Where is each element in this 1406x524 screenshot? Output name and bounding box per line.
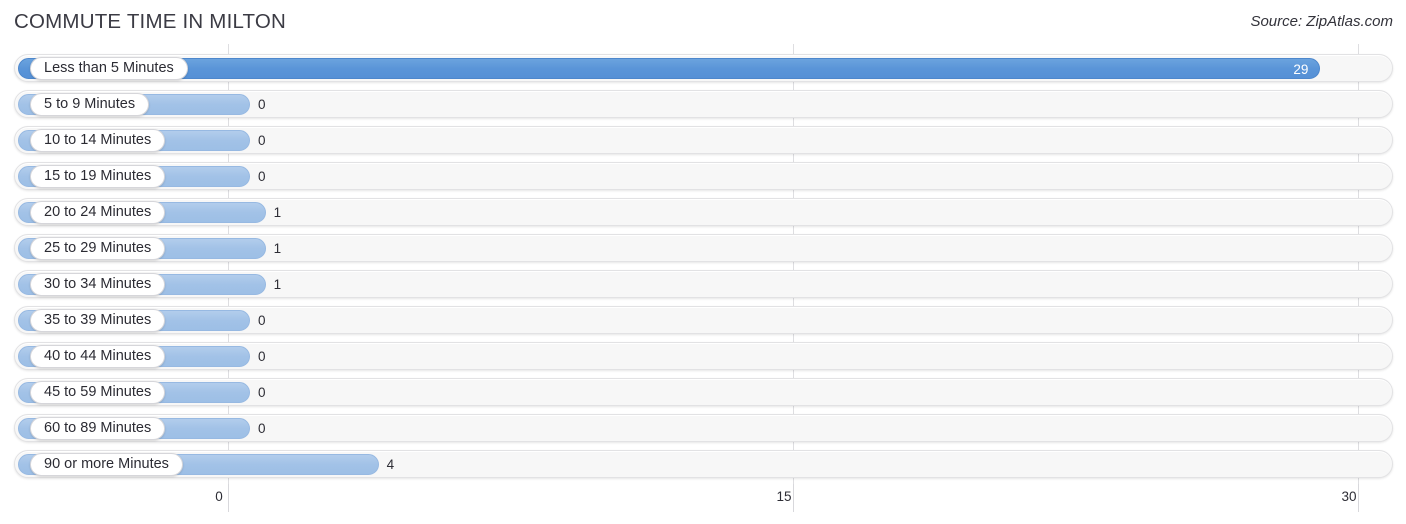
- bar-row[interactable]: 1 20 to 24 Minutes: [14, 198, 1393, 226]
- bar-row[interactable]: 0 5 to 9 Minutes: [14, 90, 1393, 118]
- bar-category-label: 45 to 59 Minutes: [30, 381, 166, 404]
- bar-row[interactable]: 0 10 to 14 Minutes: [14, 126, 1393, 154]
- bar-value-label: 1: [273, 205, 282, 220]
- bar-category-label: 35 to 39 Minutes: [30, 309, 166, 332]
- bar-value-label: 29: [1293, 62, 1309, 77]
- bar-row[interactable]: 0 60 to 89 Minutes: [14, 414, 1393, 442]
- bar-category-label: 20 to 24 Minutes: [30, 201, 166, 224]
- bar-category-label: 90 or more Minutes: [30, 453, 183, 476]
- bar-category-label: 30 to 34 Minutes: [30, 273, 166, 296]
- chart-header: COMMUTE TIME IN MILTON Source: ZipAtlas.…: [0, 0, 1406, 44]
- bar-value-label: 0: [258, 133, 266, 148]
- x-tick-label: 30: [1341, 489, 1357, 504]
- bar-row[interactable]: 1 30 to 34 Minutes: [14, 270, 1393, 298]
- bar-value-label: 0: [258, 313, 266, 328]
- x-tick-mark: [1358, 484, 1359, 512]
- bar-fill[interactable]: 29: [18, 58, 1321, 79]
- bar-value-label: 0: [258, 169, 266, 184]
- bar-value-label: 0: [258, 349, 266, 364]
- bar-category-label: Less than 5 Minutes: [30, 57, 188, 80]
- bar-row[interactable]: 0 35 to 39 Minutes: [14, 306, 1393, 334]
- bar-category-label: 15 to 19 Minutes: [30, 165, 166, 188]
- bar-row[interactable]: 1 25 to 29 Minutes: [14, 234, 1393, 262]
- x-tick-label: 15: [776, 489, 792, 504]
- page-title: COMMUTE TIME IN MILTON: [14, 10, 287, 33]
- bar-row[interactable]: 0 40 to 44 Minutes: [14, 342, 1393, 370]
- bar-value-label: 1: [273, 277, 282, 292]
- x-tick-label: 0: [215, 489, 223, 504]
- bar-row[interactable]: 0 45 to 59 Minutes: [14, 378, 1393, 406]
- bar-value-label: 1: [273, 241, 282, 256]
- bar-value-label: 4: [386, 457, 395, 472]
- bar-category-label: 5 to 9 Minutes: [30, 93, 150, 116]
- x-axis: 0 15 30: [0, 484, 1406, 524]
- x-tick-mark: [228, 484, 229, 512]
- bar-value-label: 0: [258, 385, 266, 400]
- bar-category-label: 25 to 29 Minutes: [30, 237, 166, 260]
- plot-area: 29 Less than 5 Minutes 0 5 to 9 Minutes 0 10 …: [0, 44, 1406, 484]
- bar-value-label: 0: [258, 97, 266, 112]
- x-tick-mark: [793, 484, 794, 512]
- bar-value-label: 0: [258, 421, 266, 436]
- bar-row[interactable]: 29 Less than 5 Minutes: [14, 54, 1393, 82]
- source-attribution: Source: ZipAtlas.com: [1250, 13, 1393, 30]
- bar-category-label: 10 to 14 Minutes: [30, 129, 166, 152]
- bar-row[interactable]: 0 15 to 19 Minutes: [14, 162, 1393, 190]
- bar-category-label: 40 to 44 Minutes: [30, 345, 166, 368]
- bar-row[interactable]: 4 90 or more Minutes: [14, 450, 1393, 478]
- bar-category-label: 60 to 89 Minutes: [30, 417, 166, 440]
